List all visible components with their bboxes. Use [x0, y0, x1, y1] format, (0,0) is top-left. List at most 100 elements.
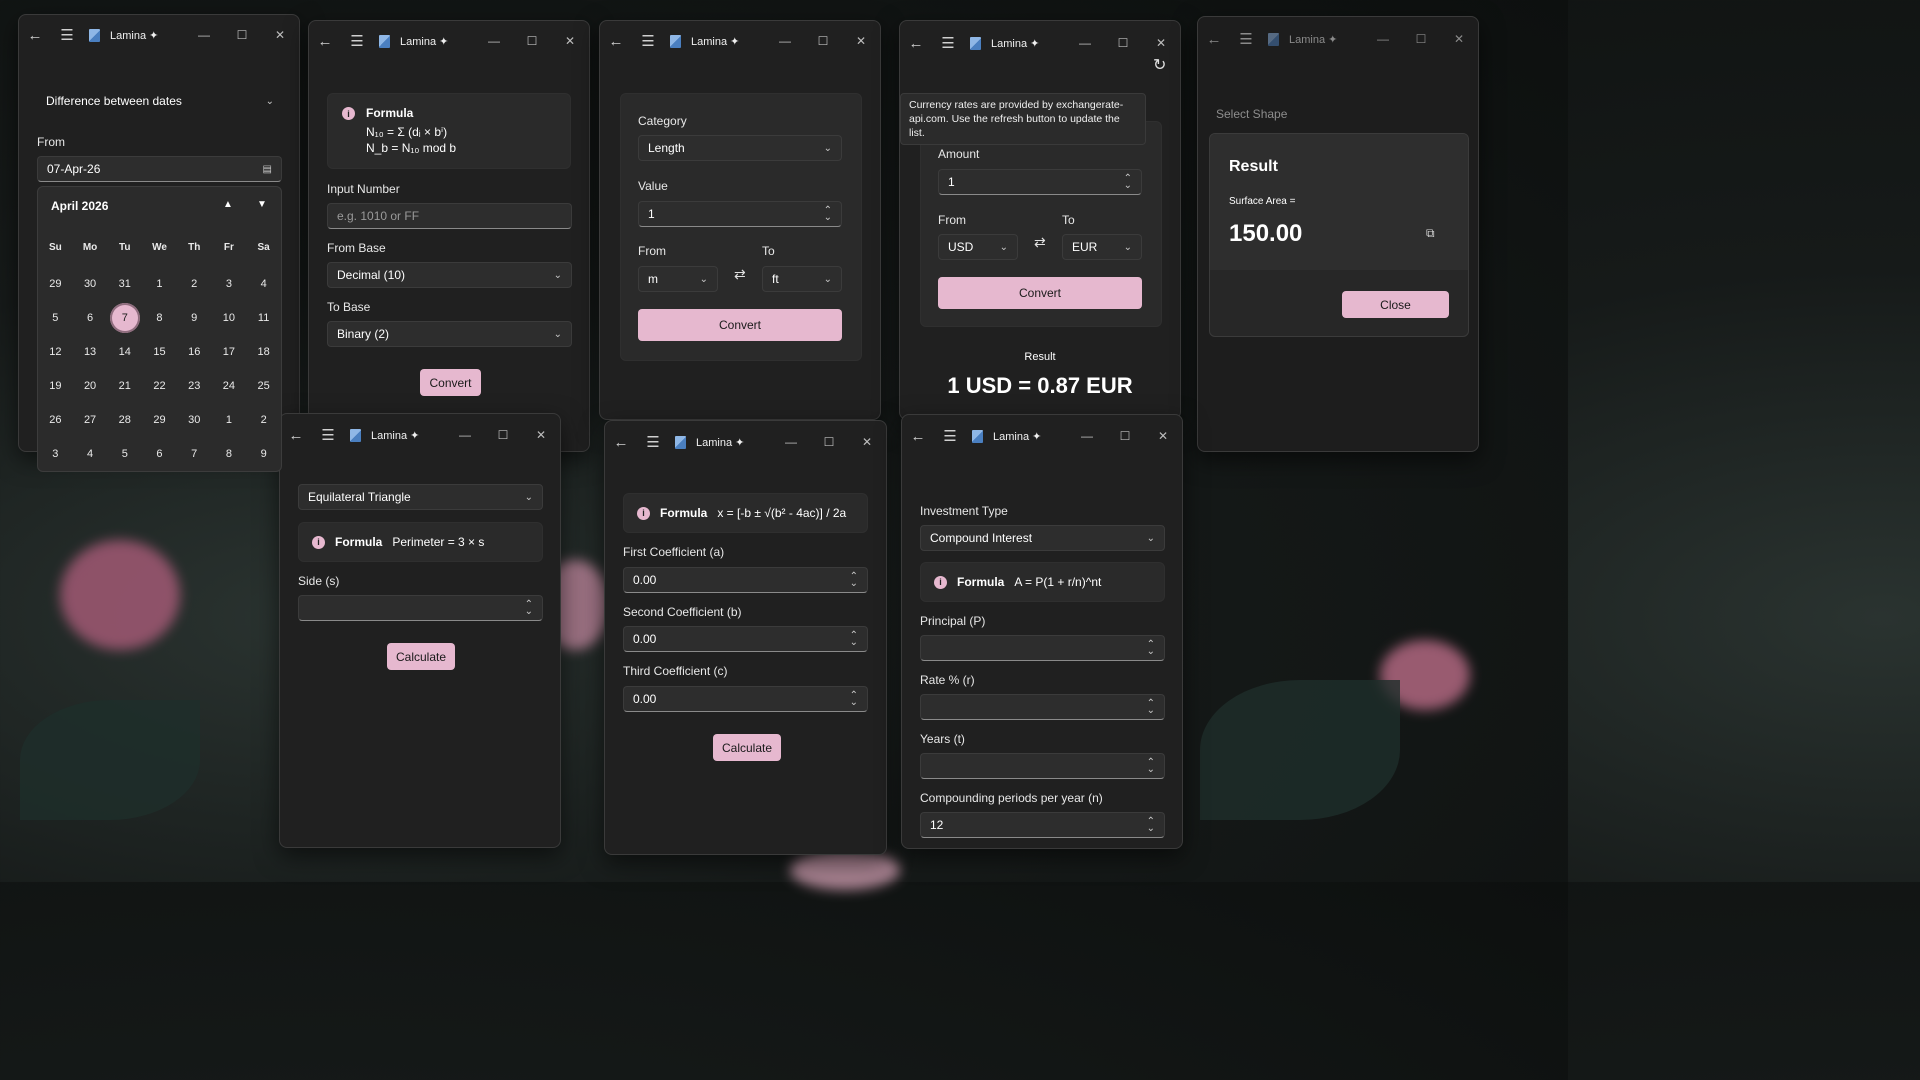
calendar-day[interactable]: 29 [38, 267, 73, 301]
hamburger-menu-icon[interactable]: ☰ [632, 32, 664, 50]
minimize-icon[interactable]: — [1068, 429, 1106, 443]
convert-button[interactable]: Convert [638, 309, 842, 341]
calendar-day[interactable]: 25 [246, 369, 281, 403]
principal-input[interactable]: ⌃ ⌄ [920, 635, 1165, 661]
investment-type-dropdown[interactable]: Compound Interest ⌄ [920, 525, 1165, 551]
spinner-icon[interactable]: ⌃ ⌄ [525, 600, 533, 617]
spinner-icon[interactable]: ⌃ ⌄ [850, 631, 858, 648]
calendar-day[interactable]: 8 [142, 301, 177, 335]
periods-input[interactable]: 12 ⌃ ⌄ [920, 812, 1165, 838]
calendar-day[interactable]: 26 [38, 403, 73, 437]
back-arrow-icon[interactable]: ← [19, 27, 51, 44]
calendar-day[interactable]: 13 [73, 335, 108, 369]
back-arrow-icon[interactable]: ← [309, 33, 341, 50]
close-icon[interactable]: ✕ [261, 28, 299, 42]
calendar-day[interactable]: 2 [246, 403, 281, 437]
maximize-icon[interactable]: ☐ [513, 34, 551, 48]
calendar-day[interactable]: 7 [107, 301, 142, 335]
calendar-day[interactable]: 9 [246, 437, 281, 471]
years-input[interactable]: ⌃ ⌄ [920, 753, 1165, 779]
spinner-icon[interactable]: ⌃ ⌄ [850, 691, 858, 708]
hamburger-menu-icon[interactable]: ☰ [341, 32, 373, 50]
back-arrow-icon[interactable]: ← [280, 427, 312, 444]
calendar-day[interactable]: 11 [246, 301, 281, 335]
maximize-icon[interactable]: ☐ [804, 34, 842, 48]
calendar-day[interactable]: 4 [73, 437, 108, 471]
close-icon[interactable]: ✕ [522, 428, 560, 442]
calendar-day[interactable]: 27 [73, 403, 108, 437]
minimize-icon[interactable]: — [1364, 32, 1402, 46]
calendar-day[interactable]: 19 [38, 369, 73, 403]
calendar-day[interactable]: 8 [212, 437, 247, 471]
calendar-day[interactable]: 9 [177, 301, 212, 335]
maximize-icon[interactable]: ☐ [810, 435, 848, 449]
calendar-day[interactable]: 21 [107, 369, 142, 403]
calendar-day[interactable]: 17 [212, 335, 247, 369]
calendar-day[interactable]: 30 [177, 403, 212, 437]
mode-dropdown[interactable]: Difference between dates ⌄ [37, 87, 283, 115]
close-icon[interactable]: ✕ [848, 435, 886, 449]
next-month-icon[interactable]: ▼ [257, 199, 267, 210]
close-icon[interactable]: ✕ [1440, 32, 1478, 46]
spinner-icon[interactable]: ⌃ ⌄ [824, 206, 832, 223]
calendar-day[interactable]: 6 [73, 301, 108, 335]
maximize-icon[interactable]: ☐ [1106, 429, 1144, 443]
from-unit-dropdown[interactable]: m ⌄ [638, 266, 718, 292]
coefficient-b-input[interactable]: 0.00 ⌃ ⌄ [623, 626, 868, 652]
to-base-dropdown[interactable]: Binary (2) ⌄ [327, 321, 572, 347]
calendar-day[interactable]: 28 [107, 403, 142, 437]
from-currency-dropdown[interactable]: USD ⌄ [938, 234, 1018, 260]
convert-button[interactable]: Convert [938, 277, 1142, 309]
minimize-icon[interactable]: — [766, 34, 804, 48]
hamburger-menu-icon[interactable]: ☰ [637, 433, 669, 451]
convert-button[interactable]: Convert [420, 369, 481, 396]
from-date-picker[interactable]: 07-Apr-26 ▤ [37, 156, 282, 182]
calendar-day[interactable]: 5 [38, 301, 73, 335]
calendar-month[interactable]: April 2026 [51, 199, 108, 213]
coefficient-a-input[interactable]: 0.00 ⌃ ⌄ [623, 567, 868, 593]
calculate-button[interactable]: Calculate [713, 734, 781, 761]
hamburger-menu-icon[interactable]: ☰ [1230, 30, 1262, 48]
close-icon[interactable]: ✕ [1142, 36, 1180, 50]
maximize-icon[interactable]: ☐ [223, 28, 261, 42]
calendar-day[interactable]: 5 [107, 437, 142, 471]
calendar-day[interactable]: 16 [177, 335, 212, 369]
calendar-day[interactable]: 2 [177, 267, 212, 301]
hamburger-menu-icon[interactable]: ☰ [934, 427, 966, 445]
maximize-icon[interactable]: ☐ [484, 428, 522, 442]
spinner-icon[interactable]: ⌃ ⌄ [1147, 758, 1155, 775]
value-input[interactable]: 1 ⌃ ⌄ [638, 201, 842, 227]
calendar-day[interactable]: 20 [73, 369, 108, 403]
calendar-day[interactable]: 14 [107, 335, 142, 369]
minimize-icon[interactable]: — [772, 435, 810, 449]
spinner-icon[interactable]: ⌃ ⌄ [1147, 640, 1155, 657]
calendar-day[interactable]: 18 [246, 335, 281, 369]
side-input[interactable]: ⌃ ⌄ [298, 595, 543, 621]
coefficient-c-input[interactable]: 0.00 ⌃ ⌄ [623, 686, 868, 712]
minimize-icon[interactable]: — [1066, 36, 1104, 50]
input-number-field[interactable]: e.g. 1010 or FF [327, 203, 572, 229]
minimize-icon[interactable]: — [475, 34, 513, 48]
calendar-day[interactable]: 15 [142, 335, 177, 369]
back-arrow-icon[interactable]: ← [900, 35, 932, 52]
close-button[interactable]: Close [1342, 291, 1449, 318]
swap-icon[interactable]: ⇄ [734, 266, 746, 283]
spinner-icon[interactable]: ⌃ ⌄ [850, 572, 858, 589]
close-icon[interactable]: ✕ [842, 34, 880, 48]
calendar-day[interactable]: 10 [212, 301, 247, 335]
amount-input[interactable]: 1 ⌃ ⌄ [938, 169, 1142, 195]
calendar-day[interactable]: 24 [212, 369, 247, 403]
calendar-day[interactable]: 6 [142, 437, 177, 471]
hamburger-menu-icon[interactable]: ☰ [932, 34, 964, 52]
maximize-icon[interactable]: ☐ [1104, 36, 1142, 50]
calendar-day[interactable]: 7 [177, 437, 212, 471]
hamburger-menu-icon[interactable]: ☰ [312, 426, 344, 444]
back-arrow-icon[interactable]: ← [1198, 31, 1230, 48]
back-arrow-icon[interactable]: ← [600, 33, 632, 50]
calendar-day[interactable]: 12 [38, 335, 73, 369]
minimize-icon[interactable]: — [446, 428, 484, 442]
rate-input[interactable]: ⌃ ⌄ [920, 694, 1165, 720]
hamburger-menu-icon[interactable]: ☰ [51, 26, 83, 44]
calculate-button[interactable]: Calculate [387, 643, 455, 670]
calendar-day[interactable]: 29 [142, 403, 177, 437]
